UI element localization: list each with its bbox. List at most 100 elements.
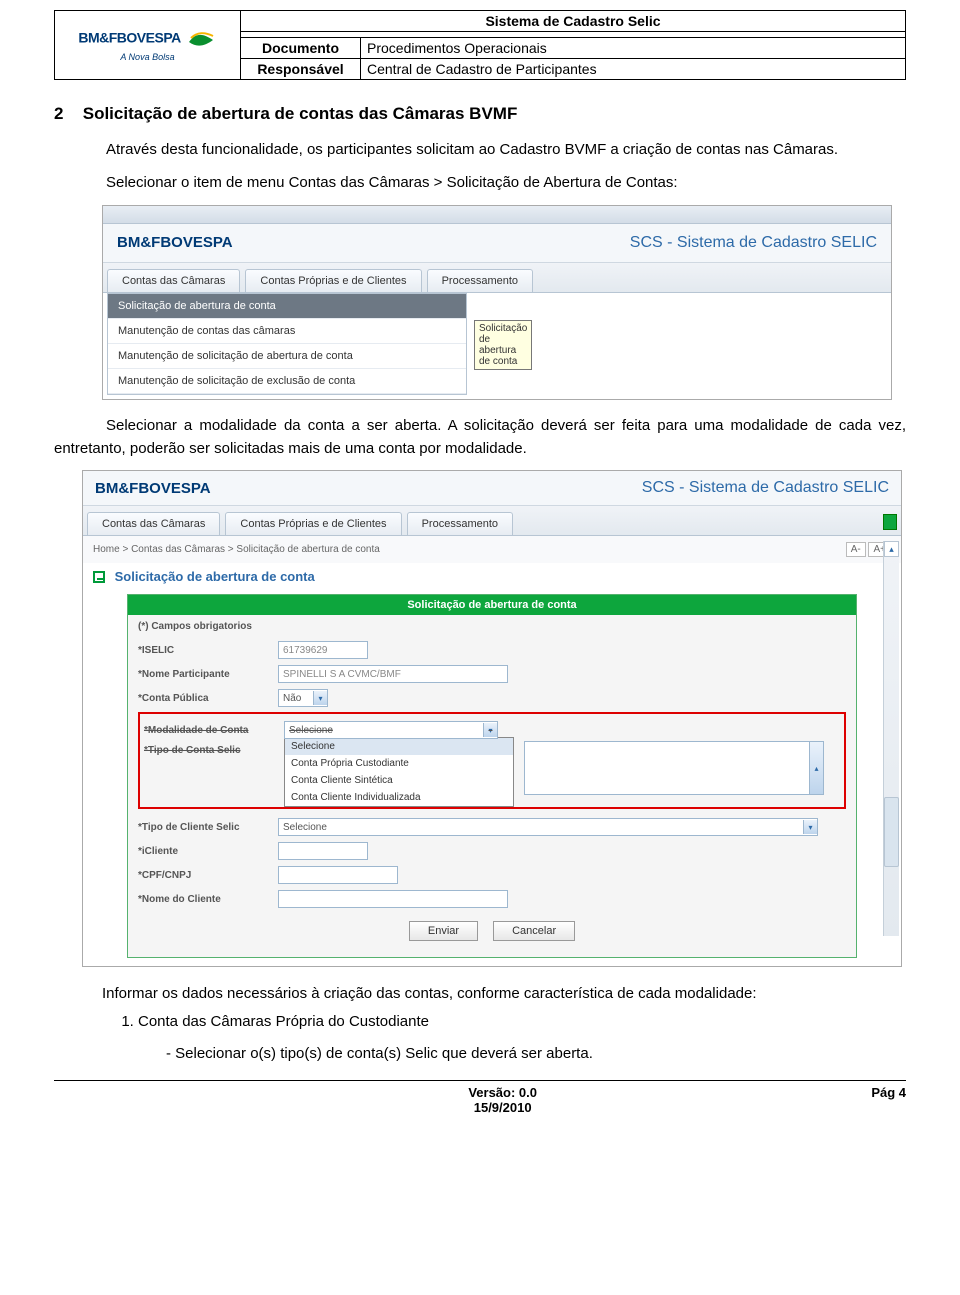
label-modalidade: *Modalidade de Conta [144,725,284,736]
label-cpfcnpj: *CPF/CNPJ [138,870,278,881]
menu-tooltip: Solicitação de abertura de conta [474,320,532,370]
value-documento: Procedimentos Operacionais [361,38,906,59]
paragraph-3: Selecionar a modalidade da conta a ser a… [54,414,906,461]
select-tipocliente-value: Selecione [283,822,327,833]
mandatory-note: (*) Campos obrigatorios [138,621,846,632]
chevron-down-icon: ▾ [313,691,327,705]
dd-option-selecione[interactable]: Selecione [285,738,513,755]
footer-date: 15/9/2010 [474,1100,532,1115]
select-contapub-value: Não [283,693,301,704]
scrollbar[interactable]: ▴ [883,541,899,936]
scroll-thumb[interactable] [884,797,899,867]
paragraph-2: Selecionar o item de menu Contas das Câm… [54,171,906,194]
input-iselic[interactable]: 61739629 [278,641,368,659]
tab-bar: Contas das Câmaras Contas Próprias e de … [103,263,891,293]
row-modalidade: *Modalidade de Conta Selecione ▾ [144,718,840,742]
row-nomepart: *Nome Participante SPINELLI S A CVMC/BMF [138,662,846,686]
label-documento: Documento [241,38,361,59]
menu-item-solicitacao-abertura[interactable]: Solicitação de abertura de conta [108,294,466,319]
form-page-title: Solicitação de abertura de conta [83,563,901,594]
scrollbar-icon: ▴ [809,742,823,794]
screenshot-toolbar [103,206,891,224]
row-nomecliente: *Nome do Cliente [138,887,846,911]
form-page-title-text: Solicitação de abertura de conta [115,569,315,584]
section-heading: 2 Solicitação de abertura de contas das … [54,104,906,124]
screenshot-form: BM&FBOVESPA SCS - Sistema de Cadastro SE… [82,470,902,967]
list-item-1: Conta das Câmaras Própria do Custodiante [138,1013,906,1030]
doc-header-table: BM&FBOVESPA A Nova Bolsa Sistema de Cada… [54,10,906,80]
numbered-list: Conta das Câmaras Própria do Custodiante [138,1013,906,1030]
label-nomecliente: *Nome do Cliente [138,894,278,905]
input-nomepart[interactable]: SPINELLI S A CVMC/BMF [278,665,508,683]
logo-cell: BM&FBOVESPA A Nova Bolsa [55,11,241,80]
tab-bar-2: Contas das Câmaras Contas Próprias e de … [83,506,901,536]
input-icliente[interactable] [278,842,368,860]
row-iselic: *ISELIC 61739629 [138,638,846,662]
breadcrumb-bar: Home > Contas das Câmaras > Solicitação … [83,536,901,563]
input-cpfcnpj[interactable] [278,866,398,884]
logo-text: BM&FBOVESPA [78,30,180,46]
post-paragraph: Informar os dados necessários à criação … [102,983,906,1005]
label-icliente: *iCliente [138,846,278,857]
dd-option-propria-custodiante[interactable]: Conta Própria Custodiante [285,755,513,772]
form-body: (*) Campos obrigatorios *ISELIC 61739629… [128,615,856,957]
label-tiposelic: *Tipo de Conta Selic [144,745,284,756]
input-nomecliente[interactable] [278,890,508,908]
select-contapub[interactable]: Não ▾ [278,689,328,707]
label-contapub: *Conta Pública [138,693,278,704]
breadcrumb: Home > Contas das Câmaras > Solicitação … [93,544,380,555]
label-iselic: *ISELIC [138,645,278,656]
menu-item-manut-solic-exclusao[interactable]: Manutenção de solicitação de exclusão de… [108,369,466,394]
chevron-down-icon: ▾ [803,820,817,834]
row-tipocliente: *Tipo de Cliente Selic Selecione ▾ [138,815,846,839]
logo-subtext: A Nova Bolsa [65,52,230,62]
paragraph-1: Através desta funcionalidade, os partici… [54,138,906,161]
doc-title: Sistema de Cadastro Selic [241,11,906,32]
tab2-contas-camaras[interactable]: Contas das Câmaras [87,512,220,535]
tab2-contas-proprias[interactable]: Contas Próprias e de Clientes [225,512,401,535]
dropdown-menu: Solicitação de abertura de conta Manuten… [107,293,467,395]
arrow-right-icon[interactable] [883,514,897,530]
screenshot2-logo: BM&FBOVESPA [95,480,211,497]
label-nomepart: *Nome Participante [138,669,278,680]
form-panel: Solicitação de abertura de conta (*) Cam… [127,594,857,958]
scroll-up-icon[interactable]: ▴ [884,541,899,557]
screenshot-header: BM&FBOVESPA SCS - Sistema de Cadastro SE… [103,224,891,263]
row-cpfcnpj: *CPF/CNPJ [138,863,846,887]
section-number: 2 [54,104,78,124]
font-decrease-button[interactable]: A- [846,542,866,557]
collapse-icon[interactable] [93,571,105,583]
footer-version: Versão: 0.0 [468,1085,537,1100]
tab-processamento[interactable]: Processamento [427,269,533,292]
logo-bmf: BM&FBOVESPA A Nova Bolsa [61,22,234,68]
logo-swirl-icon [187,28,215,50]
select-modalidade-value: Selecione [289,725,333,736]
menu-item-manut-contas[interactable]: Manutenção de contas das câmaras [108,319,466,344]
screenshot-sysname: SCS - Sistema de Cadastro SELIC [630,234,877,252]
footer-page: Pág 4 [871,1085,906,1115]
value-responsavel: Central de Cadastro de Participantes [361,59,906,80]
screenshot2-sysname: SCS - Sistema de Cadastro SELIC [642,479,889,497]
tab-contas-proprias[interactable]: Contas Próprias e de Clientes [245,269,421,292]
highlighted-region: *Modalidade de Conta Selecione ▾ *Tipo d… [138,712,846,809]
section-title: Solicitação de abertura de contas das Câ… [83,104,518,123]
chevron-down-icon: ▾ [483,723,497,737]
tab-contas-camaras[interactable]: Contas das Câmaras [107,269,240,292]
submit-button[interactable]: Enviar [409,921,478,941]
tab2-processamento[interactable]: Processamento [407,512,513,535]
doc-footer: Versão: 0.0 15/9/2010 Pág 4 [54,1085,906,1115]
label-tipocliente: *Tipo de Cliente Selic [138,822,278,833]
row-contapub: *Conta Pública Não ▾ [138,686,846,710]
listbox-tiposelic[interactable]: ▴ [524,741,824,795]
menu-item-manut-solic-abertura[interactable]: Manutenção de solicitação de abertura de… [108,344,466,369]
dd-option-cliente-sintetica[interactable]: Conta Cliente Sintética [285,772,513,789]
screenshot-logo: BM&FBOVESPA [117,234,233,251]
cancel-button[interactable]: Cancelar [493,921,575,941]
select-tipocliente[interactable]: Selecione ▾ [278,818,818,836]
select-modalidade[interactable]: Selecione ▾ [284,721,498,739]
form-header-bar: Solicitação de abertura de conta [128,595,856,615]
screenshot-menu: BM&FBOVESPA SCS - Sistema de Cadastro SE… [102,205,892,400]
form-buttons: Enviar Cancelar [138,911,846,947]
screenshot2-header: BM&FBOVESPA SCS - Sistema de Cadastro SE… [83,471,901,506]
label-responsavel: Responsável [241,59,361,80]
